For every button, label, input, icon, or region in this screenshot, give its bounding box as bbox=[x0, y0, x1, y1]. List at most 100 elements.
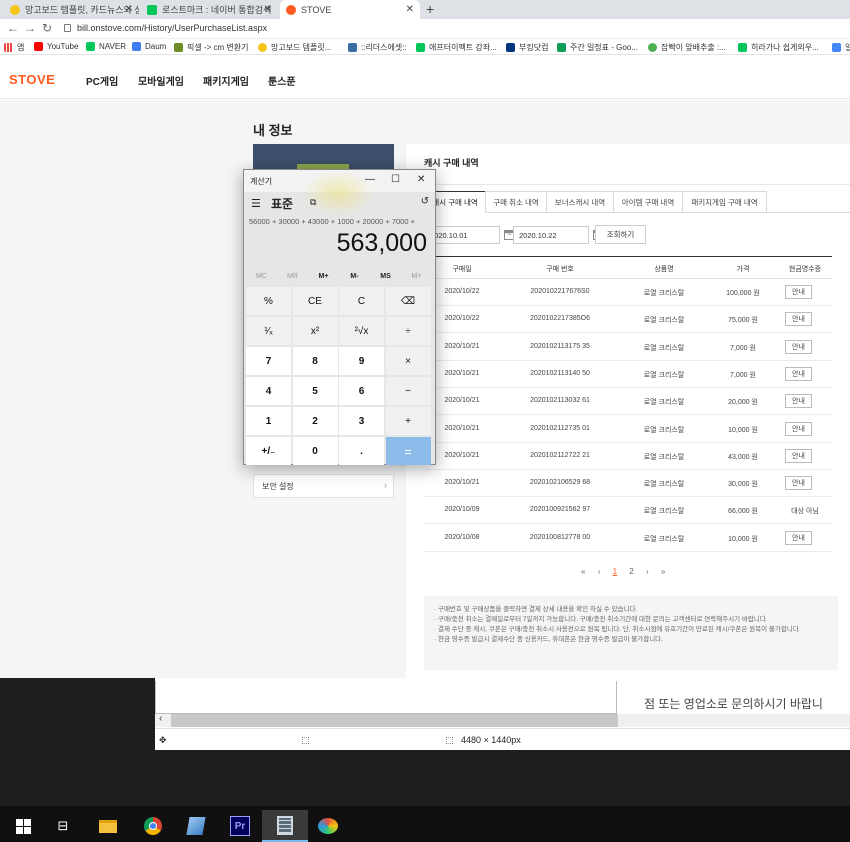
bookmark-weekly-schedule[interactable]: 주간 일정표 - Goo... bbox=[557, 42, 638, 53]
calc-key[interactable]: 9 bbox=[339, 347, 384, 375]
prev-page-button[interactable]: ‹ bbox=[598, 567, 601, 576]
m-minus-button[interactable]: M- bbox=[339, 273, 370, 280]
calc-key[interactable]: 8 bbox=[292, 347, 338, 375]
search-button[interactable]: 조회하기 bbox=[595, 225, 646, 244]
receipt-info-button[interactable]: 안내 bbox=[785, 530, 812, 545]
calc-key[interactable]: 4 bbox=[246, 377, 291, 405]
nav-toonspoon[interactable]: 툰스푼 bbox=[268, 73, 296, 88]
table-cell-date[interactable]: 2020/10/21 bbox=[424, 479, 500, 486]
calc-key[interactable]: % bbox=[246, 287, 291, 315]
tab-bonus-cash[interactable]: 보너스캐시 내역 bbox=[546, 191, 614, 213]
calc-key[interactable]: 5 bbox=[292, 377, 338, 405]
table-row[interactable]: 2020/10/21 2020102113175 35 로열 크리스탈 7,000 원… bbox=[424, 334, 832, 361]
receipt-info-button[interactable]: 안내 bbox=[785, 339, 812, 354]
browser-tab-1[interactable]: 망고보드 템플릿, 카드뉴스와 상 ✕ bbox=[4, 0, 139, 19]
bookmark-apps[interactable]: 앱 bbox=[4, 42, 24, 53]
table-cell-no[interactable]: 2020100921562 97 bbox=[500, 506, 620, 513]
reload-icon[interactable]: ↻ bbox=[42, 21, 52, 35]
last-page-button[interactable]: » bbox=[661, 567, 665, 576]
scroll-left-icon[interactable]: ‹ bbox=[159, 713, 162, 724]
paint-icon[interactable] bbox=[305, 810, 351, 842]
bookmark-naver[interactable]: NAVER bbox=[86, 42, 126, 51]
history-icon[interactable]: ↺ bbox=[421, 196, 429, 207]
table-row[interactable]: 2020/10/21 2020102113032 61 로열 크리스탈 20,000 … bbox=[424, 388, 832, 416]
minimize-icon[interactable]: — bbox=[365, 174, 375, 185]
table-cell-no[interactable]: 2020102217385O6 bbox=[500, 315, 620, 322]
notepad-icon[interactable] bbox=[173, 810, 219, 842]
calc-key[interactable]: ¹⁄ₓ bbox=[246, 317, 291, 345]
calc-key[interactable]: 2 bbox=[292, 407, 338, 435]
next-page-button[interactable]: › bbox=[646, 567, 649, 576]
table-cell-no[interactable]: 2020102106529 68 bbox=[500, 479, 620, 486]
calc-key[interactable]: = bbox=[385, 437, 431, 465]
premiere-pro-icon[interactable]: Pr bbox=[217, 810, 263, 842]
tab-purchase-cancel[interactable]: 구매 취소 내역 bbox=[485, 191, 547, 213]
memory-list-button[interactable]: M˅ bbox=[401, 273, 432, 280]
address-bar[interactable]: bill.onstove.com/History/UserPurchaseLis… bbox=[77, 23, 267, 33]
table-row[interactable]: 2020/10/22 2020102217385O6 로열 크리스탈 75,000 원… bbox=[424, 306, 832, 334]
receipt-info-button[interactable]: 안내 bbox=[785, 448, 812, 463]
table-row[interactable]: 2020/10/21 2020102113140 50 로열 크리스탈 7,000 원… bbox=[424, 361, 832, 388]
close-icon[interactable]: ✕ bbox=[417, 174, 425, 185]
date-to-input[interactable]: 2020.10.22 bbox=[513, 226, 603, 244]
task-view-icon[interactable]: ⊟ bbox=[40, 810, 86, 842]
receipt-info-button[interactable]: 안내 bbox=[785, 421, 812, 436]
calc-key[interactable]: 1 bbox=[246, 407, 291, 435]
receipt-info-button[interactable]: 안내 bbox=[785, 476, 812, 491]
browser-tab-3-active[interactable]: STOVE ✕ bbox=[280, 0, 420, 19]
table-cell-no[interactable]: 2020102113032 61 bbox=[500, 397, 620, 404]
calc-key[interactable]: 0 bbox=[292, 437, 338, 465]
browser-tab-2[interactable]: 로스트마크 : 네이버 통합검색 ✕ bbox=[141, 0, 278, 19]
page-2-button[interactable]: 2 bbox=[629, 567, 633, 576]
calc-key[interactable]: C bbox=[339, 287, 384, 315]
table-row[interactable]: 2020/10/22 2020102217676S0 로열 크리스탈 100,000 … bbox=[424, 279, 832, 306]
table-row[interactable]: 2020/10/09 2020100921562 97 로열 크리스탈 66,000 … bbox=[424, 497, 832, 525]
calc-key[interactable]: 3 bbox=[339, 407, 384, 435]
table-cell-no[interactable]: 2020102217676S0 bbox=[500, 288, 620, 295]
calc-key[interactable]: ⌫ bbox=[385, 287, 431, 315]
calc-key[interactable]: CE bbox=[292, 287, 338, 315]
table-row[interactable]: 2020/10/08 2020100812778 00 로열 크리스탈 10,000 … bbox=[424, 525, 832, 552]
bookmark-daum[interactable]: Daum bbox=[132, 42, 166, 51]
bookmark-leaders-asset[interactable]: ::리더스에셋:: bbox=[348, 42, 407, 53]
bookmark-pixel-converter[interactable]: 픽셀 -> cm 변환기 bbox=[174, 42, 248, 53]
close-tab-icon[interactable]: ✕ bbox=[406, 4, 414, 15]
calc-key[interactable]: ²√x bbox=[339, 317, 384, 345]
back-arrow-icon[interactable]: ← bbox=[7, 21, 19, 35]
receipt-info-button[interactable]: 안내 bbox=[785, 312, 812, 327]
new-tab-plus-icon[interactable]: + bbox=[426, 1, 434, 17]
nav-package-games[interactable]: 패키지게임 bbox=[203, 73, 249, 88]
mc-button[interactable]: MC bbox=[246, 273, 277, 280]
bookmark-more[interactable]: 일 bbox=[832, 42, 850, 53]
nav-pc-games[interactable]: PC게임 bbox=[86, 73, 118, 88]
nav-mobile-games[interactable]: 모바일게임 bbox=[138, 73, 184, 88]
close-tab-icon[interactable]: ✕ bbox=[264, 4, 272, 15]
calc-key[interactable]: . bbox=[339, 437, 384, 465]
ms-button[interactable]: MS bbox=[370, 273, 401, 280]
calc-key[interactable]: x² bbox=[292, 317, 338, 345]
calc-key[interactable]: 6 bbox=[339, 377, 384, 405]
calculator-titlebar[interactable]: 계산기 — ☐ ✕ bbox=[244, 170, 435, 216]
receipt-info-button[interactable]: 안내 bbox=[785, 285, 812, 299]
table-row[interactable]: 2020/10/21 2020102112735 01 로열 크리스탈 10,000 … bbox=[424, 416, 832, 443]
hamburger-menu-icon[interactable]: ☰ bbox=[251, 197, 261, 210]
bookmark-extractor[interactable]: 잡빡이 앞배추출 :... bbox=[648, 42, 726, 53]
bookmark-youtube[interactable]: YouTube bbox=[34, 42, 78, 51]
m-plus-button[interactable]: M+ bbox=[308, 273, 339, 280]
close-tab-icon[interactable]: ✕ bbox=[125, 4, 133, 15]
calc-key[interactable]: × bbox=[385, 347, 431, 375]
stove-logo[interactable]: STOVE bbox=[9, 72, 55, 87]
calc-key[interactable]: 7 bbox=[246, 347, 291, 375]
table-row[interactable]: 2020/10/21 2020102112722 21 로열 크리스탈 43,000 … bbox=[424, 443, 832, 470]
table-cell-no[interactable]: 2020102112722 21 bbox=[500, 452, 620, 459]
maximize-icon[interactable]: ☐ bbox=[391, 174, 400, 185]
file-explorer-icon[interactable] bbox=[85, 810, 131, 842]
left-menu-security[interactable]: 보안 설정 › bbox=[253, 474, 394, 498]
mr-button[interactable]: MR bbox=[277, 273, 308, 280]
forward-arrow-icon[interactable]: → bbox=[24, 21, 36, 35]
first-page-button[interactable]: « bbox=[581, 567, 585, 576]
table-cell-date[interactable]: 2020/10/08 bbox=[424, 534, 500, 541]
table-cell-date[interactable]: 2020/10/09 bbox=[424, 506, 500, 513]
calc-key[interactable]: − bbox=[385, 377, 431, 405]
table-cell-no[interactable]: 2020100812778 00 bbox=[500, 534, 620, 541]
